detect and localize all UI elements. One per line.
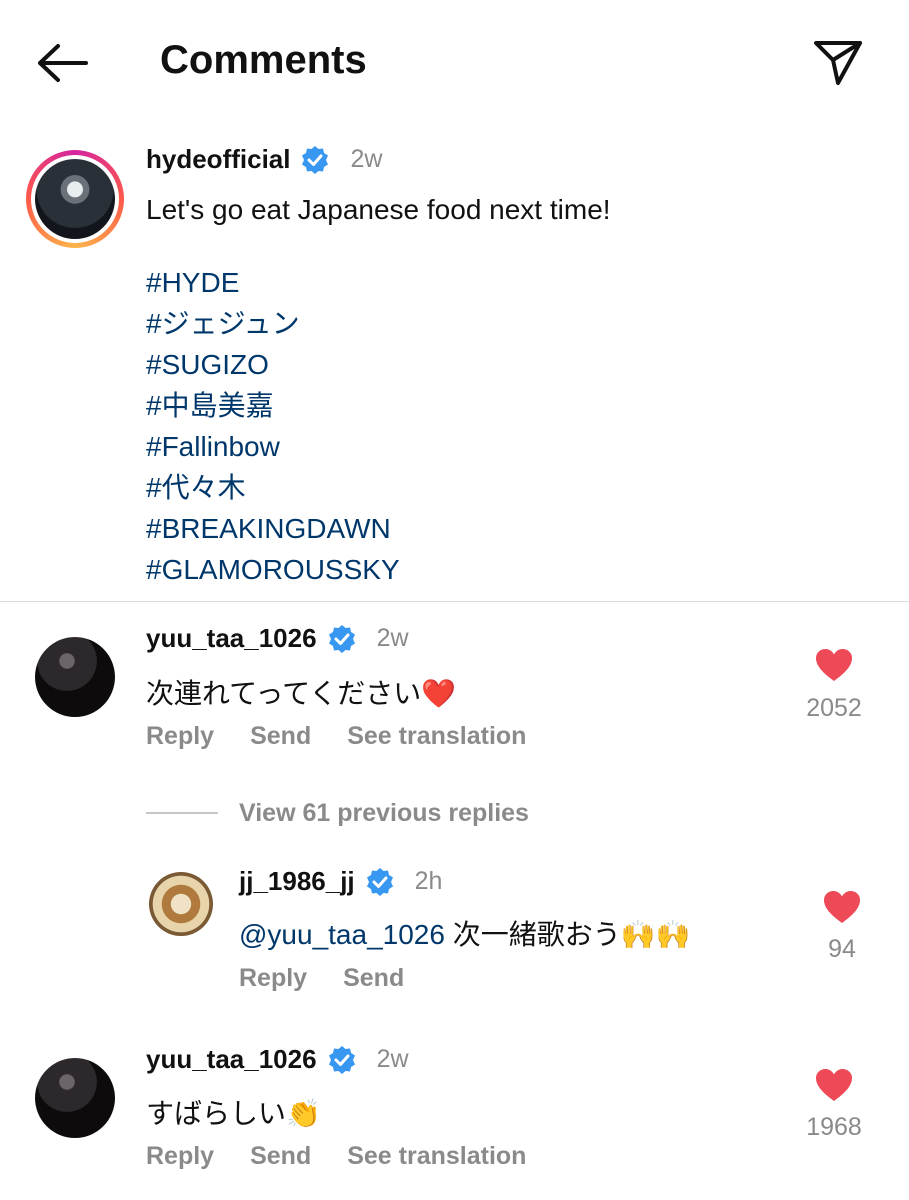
- reply-button[interactable]: Reply: [146, 722, 214, 751]
- hashtag-link[interactable]: #中島美嘉: [146, 385, 400, 426]
- replies-line: [146, 812, 218, 814]
- comment-text: 次連れてってください❤️: [146, 678, 457, 709]
- caption-time: 2w: [350, 145, 383, 173]
- caption-text: Let's go eat Japanese food next time!: [146, 194, 611, 225]
- paper-plane-icon: [814, 41, 862, 85]
- heart-icon: [824, 891, 860, 923]
- view-replies-button[interactable]: View 61 previous replies: [239, 799, 529, 828]
- comment-time: 2w: [376, 624, 409, 652]
- reply-button[interactable]: Reply: [146, 1142, 214, 1171]
- send-button[interactable]: Send: [250, 1142, 311, 1171]
- arrow-left-icon: [38, 44, 88, 82]
- comment-text: すばらしい👏: [146, 1098, 321, 1129]
- hashtag-link[interactable]: #GLAMOROUSSKY: [146, 549, 400, 590]
- hashtag-link[interactable]: #HYDE: [146, 262, 400, 303]
- avatar: [35, 159, 115, 239]
- back-button[interactable]: [30, 38, 94, 88]
- page-title: Comments: [160, 38, 367, 82]
- comment-username[interactable]: yuu_taa_1026: [146, 1044, 317, 1075]
- caption-hashtags: #HYDE #ジェジュン #SUGIZO #中島美嘉 #Fallinbow #代…: [146, 262, 400, 590]
- like-button[interactable]: [823, 890, 861, 929]
- reply-time: 2h: [414, 867, 443, 895]
- hashtag-link[interactable]: #SUGIZO: [146, 344, 400, 385]
- verified-badge-icon: [302, 145, 329, 174]
- see-translation-button[interactable]: See translation: [347, 722, 526, 751]
- hashtag-link[interactable]: #BREAKINGDAWN: [146, 508, 400, 549]
- reply-body: 次一緒歌おう🙌🙌: [444, 919, 691, 950]
- see-translation-button[interactable]: See translation: [347, 1142, 526, 1171]
- share-button[interactable]: [808, 36, 868, 90]
- caption-username[interactable]: hydeofficial: [146, 144, 290, 175]
- send-button[interactable]: Send: [250, 722, 311, 751]
- reply-username[interactable]: jj_1986_jj: [239, 866, 355, 897]
- avatar[interactable]: [35, 1058, 115, 1138]
- hashtag-link[interactable]: #Fallinbow: [146, 426, 400, 467]
- avatar[interactable]: [149, 872, 213, 936]
- verified-badge-icon: [328, 1045, 355, 1074]
- avatar[interactable]: [35, 637, 115, 717]
- heart-icon: [816, 1069, 852, 1101]
- reply-button[interactable]: Reply: [239, 964, 307, 993]
- reply-text: @yuu_taa_1026 次一緒歌おう🙌🙌: [239, 913, 690, 953]
- comment-username[interactable]: yuu_taa_1026: [146, 623, 317, 654]
- send-button[interactable]: Send: [343, 964, 404, 993]
- verified-badge-icon: [328, 624, 355, 653]
- like-count: 2052: [806, 694, 862, 722]
- divider: [0, 601, 909, 602]
- like-button[interactable]: [815, 648, 853, 687]
- caption-avatar-ring[interactable]: [26, 150, 124, 248]
- like-count: 1968: [806, 1113, 862, 1141]
- hashtag-link[interactable]: #ジェジュン: [146, 303, 400, 344]
- like-count: 94: [828, 935, 856, 963]
- verified-badge-icon: [366, 867, 393, 896]
- hashtag-link[interactable]: #代々木: [146, 467, 400, 508]
- heart-icon: [816, 649, 852, 681]
- comment-time: 2w: [376, 1045, 409, 1073]
- mention-link[interactable]: @yuu_taa_1026: [239, 919, 445, 950]
- like-button[interactable]: [815, 1068, 853, 1107]
